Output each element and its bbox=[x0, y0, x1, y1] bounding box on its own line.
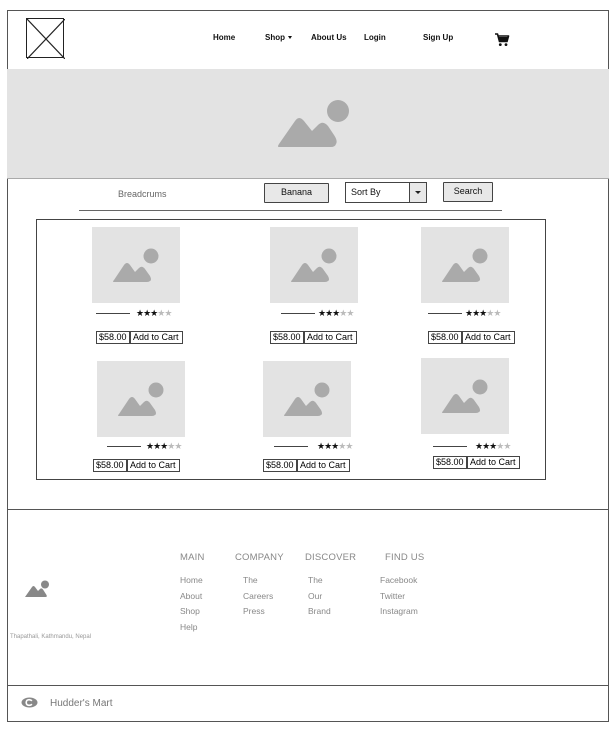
image-placeholder-icon bbox=[278, 100, 349, 147]
nav-shop-label: Shop bbox=[265, 33, 285, 42]
footer-link[interactable]: Facebook bbox=[380, 575, 417, 585]
nav-home-link[interactable]: Home bbox=[213, 33, 235, 42]
add-to-cart-button[interactable]: Add to Cart bbox=[304, 331, 357, 344]
footer-link[interactable]: Help bbox=[180, 622, 197, 632]
image-placeholder-icon bbox=[442, 248, 488, 282]
product-price: $58.00 bbox=[428, 331, 462, 344]
star-empty-icon: ★ bbox=[493, 308, 501, 318]
sort-by-label: Sort By bbox=[351, 187, 381, 197]
footer-link[interactable]: Twitter bbox=[380, 591, 405, 601]
image-placeholder-icon bbox=[118, 382, 164, 416]
product-image[interactable] bbox=[421, 227, 509, 303]
logo-placeholder-icon bbox=[27, 19, 65, 59]
nav-shop-link[interactable]: Shop bbox=[265, 33, 292, 42]
product-price: $58.00 bbox=[270, 331, 304, 344]
nav-login-link[interactable]: Login bbox=[364, 33, 386, 42]
sort-by-select[interactable]: Sort By bbox=[345, 182, 427, 203]
chevron-down-icon[interactable] bbox=[409, 183, 426, 202]
footer-link[interactable]: The bbox=[308, 575, 323, 585]
nav-signup-link[interactable]: Sign Up bbox=[423, 33, 453, 42]
chevron-down-icon bbox=[288, 36, 292, 40]
footer-link[interactable]: The bbox=[243, 575, 258, 585]
star-empty-icon: ★ bbox=[174, 441, 182, 451]
footer-column-heading: MAIN bbox=[180, 552, 205, 563]
star-rating: ★★★★★ bbox=[146, 441, 182, 452]
product-title-placeholder bbox=[96, 313, 130, 314]
footer-link[interactable]: About bbox=[180, 591, 202, 601]
shopping-cart-icon[interactable] bbox=[494, 32, 510, 47]
product-price: $58.00 bbox=[263, 459, 297, 472]
footer-column-heading: COMPANY bbox=[235, 552, 284, 563]
product-price: $58.00 bbox=[96, 331, 130, 344]
product-image[interactable] bbox=[421, 358, 509, 434]
product-image[interactable] bbox=[92, 227, 180, 303]
product-title-placeholder bbox=[274, 446, 308, 447]
footer-column-heading: DISCOVER bbox=[305, 552, 357, 563]
star-empty-icon: ★ bbox=[503, 441, 511, 451]
star-rating: ★★★★★ bbox=[465, 308, 501, 319]
product-title-placeholder bbox=[428, 313, 462, 314]
footer-link[interactable]: Our bbox=[308, 591, 322, 601]
image-placeholder-icon bbox=[113, 248, 159, 282]
footer-link[interactable]: Brand bbox=[308, 606, 331, 616]
footer-bottom-divider bbox=[7, 685, 609, 686]
footer-logo-icon bbox=[25, 580, 49, 597]
product-title-placeholder bbox=[281, 313, 315, 314]
footer-link[interactable]: Shop bbox=[180, 606, 200, 616]
star-empty-icon: ★ bbox=[346, 308, 354, 318]
site-logo[interactable] bbox=[26, 18, 65, 59]
product-title-placeholder bbox=[433, 446, 467, 447]
search-button[interactable]: Search bbox=[443, 182, 493, 202]
product-image[interactable] bbox=[97, 361, 185, 437]
filter-chip-button[interactable]: Banana bbox=[264, 183, 329, 203]
product-price: $58.00 bbox=[93, 459, 127, 472]
footer-divider bbox=[7, 509, 609, 510]
footer-brand-name: Hudder's Mart bbox=[50, 698, 113, 709]
image-placeholder-icon bbox=[291, 248, 337, 282]
star-empty-icon: ★ bbox=[345, 441, 353, 451]
copyright-icon bbox=[21, 697, 38, 708]
footer-link[interactable]: Home bbox=[180, 575, 203, 585]
add-to-cart-button[interactable]: Add to Cart bbox=[467, 456, 520, 469]
image-placeholder-icon bbox=[442, 379, 488, 413]
footer-column-heading: FIND US bbox=[385, 552, 425, 563]
add-to-cart-button[interactable]: Add to Cart bbox=[462, 331, 515, 344]
nav-about-link[interactable]: About Us bbox=[311, 33, 347, 42]
footer-link[interactable]: Instagram bbox=[380, 606, 418, 616]
star-rating: ★★★★★ bbox=[317, 441, 353, 452]
hero-banner bbox=[7, 69, 609, 179]
breadcrumb[interactable]: Breadcrums bbox=[118, 189, 167, 199]
product-image[interactable] bbox=[270, 227, 358, 303]
add-to-cart-button[interactable]: Add to Cart bbox=[127, 459, 180, 472]
footer-link[interactable]: Careers bbox=[243, 591, 273, 601]
toolbar-divider bbox=[79, 210, 502, 211]
star-rating: ★★★★★ bbox=[475, 441, 511, 452]
product-price: $58.00 bbox=[433, 456, 467, 469]
image-placeholder-icon bbox=[284, 382, 330, 416]
star-empty-icon: ★ bbox=[164, 308, 172, 318]
footer-link[interactable]: Press bbox=[243, 606, 265, 616]
add-to-cart-button[interactable]: Add to Cart bbox=[130, 331, 183, 344]
star-rating: ★★★★★ bbox=[136, 308, 172, 319]
star-rating: ★★★★★ bbox=[318, 308, 354, 319]
footer-address: Thapathali, Kathmandu, Nepal bbox=[10, 634, 92, 640]
product-image[interactable] bbox=[263, 361, 351, 437]
add-to-cart-button[interactable]: Add to Cart bbox=[297, 459, 350, 472]
product-title-placeholder bbox=[107, 446, 141, 447]
